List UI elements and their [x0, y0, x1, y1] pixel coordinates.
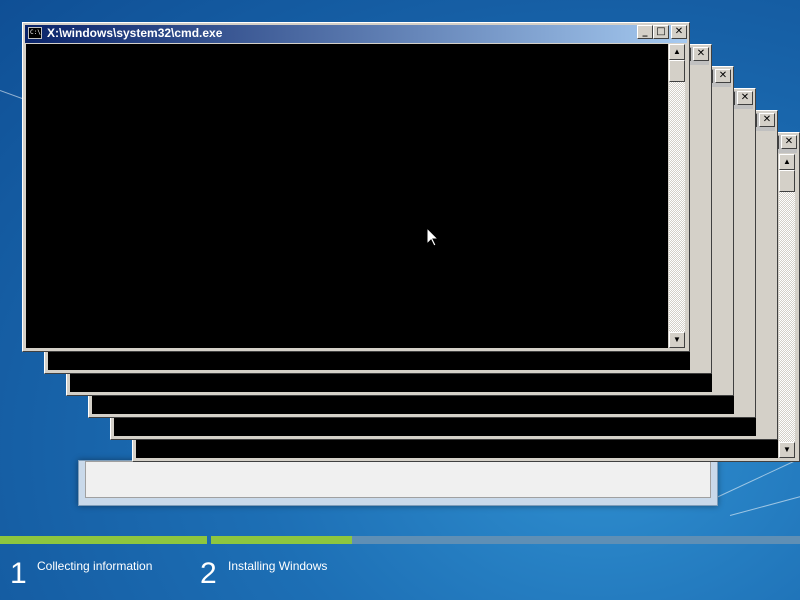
console-output[interactable] — [26, 44, 668, 348]
step-2-progress-bar — [211, 536, 800, 544]
step-2-label: Installing Windows — [228, 559, 328, 573]
background-streak — [709, 457, 800, 501]
scroll-thumb[interactable] — [669, 60, 685, 82]
step-2-number: 2 — [200, 557, 217, 590]
setup-window-body — [85, 461, 711, 498]
step-1-progress-bar — [0, 536, 207, 544]
setup-window — [78, 460, 718, 506]
scroll-up-button[interactable]: ▲ — [669, 44, 685, 60]
window-title: X:\windows\system32\cmd.exe — [47, 26, 223, 40]
scroll-thumb[interactable] — [779, 170, 795, 192]
maximize-button[interactable]: □ — [653, 25, 669, 39]
close-button[interactable]: ✕ — [715, 69, 731, 83]
cmd-app-icon[interactable]: C:\ — [28, 27, 42, 39]
background-streak — [729, 494, 800, 516]
close-button[interactable]: ✕ — [671, 25, 687, 39]
cmd-window-active[interactable]: C:\ X:\windows\system32\cmd.exe _ □ ✕ ▲ … — [22, 22, 690, 352]
close-button[interactable]: ✕ — [781, 135, 797, 149]
scroll-down-button[interactable]: ▼ — [669, 332, 685, 348]
step-1-progress-fill — [0, 536, 207, 544]
scroll-down-button[interactable]: ▼ — [779, 442, 795, 458]
close-button[interactable]: ✕ — [759, 113, 775, 127]
step-2-progress-fill — [211, 536, 353, 544]
step-1-number: 1 — [10, 557, 27, 590]
close-button[interactable]: ✕ — [693, 47, 709, 61]
minimize-button[interactable]: _ — [637, 25, 653, 39]
window-controls: _ □ ✕ — [637, 25, 687, 39]
close-button[interactable]: ✕ — [737, 91, 753, 105]
mouse-cursor-icon — [427, 228, 439, 247]
step-1-label: Collecting information — [37, 559, 153, 573]
vertical-scrollbar[interactable]: ▲ ▼ — [779, 154, 795, 458]
setup-progress: 1 Collecting information 2 Installing Wi… — [0, 533, 800, 600]
title-bar[interactable]: C:\ X:\windows\system32\cmd.exe — [25, 25, 687, 43]
vertical-scrollbar[interactable]: ▲ ▼ — [669, 44, 685, 348]
scroll-up-button[interactable]: ▲ — [779, 154, 795, 170]
